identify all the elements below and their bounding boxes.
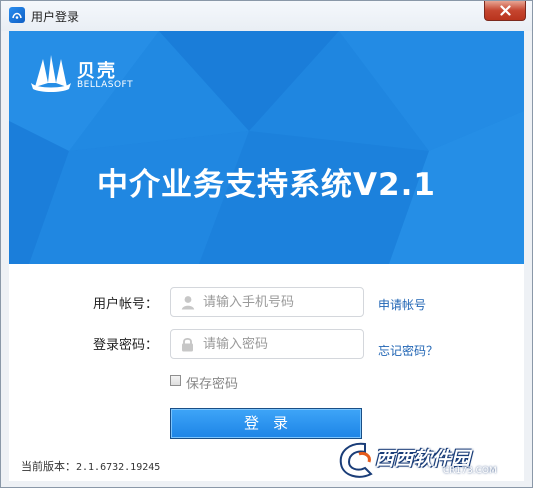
forgot-password-link[interactable]: 忘记密码？	[378, 342, 438, 359]
remember-password-checkbox[interactable]	[170, 375, 181, 386]
login-button[interactable]: 登录	[170, 408, 362, 439]
remember-password-label: 保存密码	[186, 377, 239, 392]
lock-icon	[182, 337, 193, 352]
password-input[interactable]	[203, 334, 353, 354]
logo-english-text: BELLASOFT	[77, 80, 134, 90]
watermark-url: CR173.COM	[443, 466, 497, 476]
account-label: 用户帐号：	[93, 297, 159, 312]
account-input[interactable]	[203, 292, 353, 312]
user-icon	[181, 296, 195, 310]
close-button[interactable]	[484, 1, 526, 21]
shell-logo-icon	[31, 55, 71, 92]
apply-account-link[interactable]: 申请帐号	[378, 296, 426, 313]
system-title: 中介业务支持系统V2.1	[97, 167, 436, 203]
bellasoft-logo: 贝壳 BELLASOFT	[29, 53, 159, 93]
window-title: 用户登录	[31, 10, 80, 24]
account-field[interactable]	[170, 287, 364, 317]
password-label: 登录密码：	[93, 338, 159, 353]
version-number: 2.1.6732.19245	[76, 462, 161, 473]
login-window: 用户登录 贝壳 BELLASOFT 中介业务支持系统V2.1 用户帐号： 请输入…	[0, 0, 533, 488]
site-watermark: 西西软件园 CR173.COM	[335, 438, 527, 482]
password-field[interactable]	[170, 329, 364, 359]
header-banner: 贝壳 BELLASOFT 中介业务支持系统V2.1	[9, 31, 524, 264]
version-label: 当前版本：	[21, 460, 76, 473]
title-bar[interactable]: 用户登录	[1, 1, 532, 31]
version-info: 当前版本：2.1.6732.19245	[21, 458, 160, 474]
app-icon	[9, 7, 25, 23]
close-icon	[500, 5, 511, 16]
